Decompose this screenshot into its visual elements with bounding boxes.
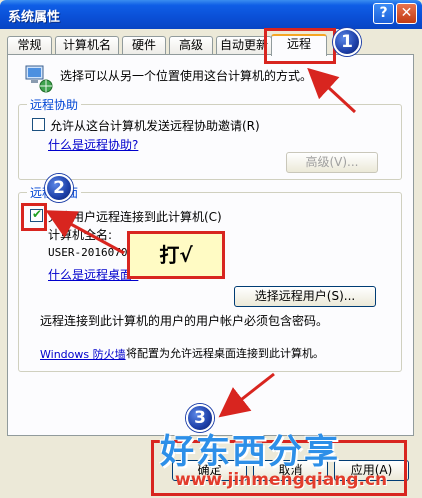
advanced-button[interactable]: 高级(V)...: [286, 152, 378, 173]
tab-hardware[interactable]: 硬件: [122, 36, 166, 55]
remote-assistance-checkbox[interactable]: [32, 118, 45, 131]
window-title: 系统属性: [8, 10, 61, 25]
remote-desktop-checkbox-label[interactable]: 允许用户远程连接到此计算机(C): [48, 208, 222, 225]
highlight-checkbox: [21, 203, 47, 231]
step-1-badge: 1: [333, 28, 361, 56]
remote-desktop-help-link[interactable]: 什么是远程桌面?: [48, 266, 138, 283]
computer-network-icon: [25, 65, 53, 93]
remote-assistance-help-link[interactable]: 什么是远程协助?: [48, 136, 138, 153]
step-2-badge: 2: [45, 174, 73, 202]
title-bar: 系统属性 ? ✕: [0, 0, 422, 29]
tab-remote[interactable]: 远程: [271, 34, 327, 56]
remote-assistance-group-label: 远程协助: [27, 96, 82, 113]
tab-general[interactable]: 常规: [7, 36, 52, 55]
firewall-link[interactable]: Windows 防火墙: [40, 346, 126, 362]
watermark-title: 好东西分享: [160, 432, 340, 472]
password-note: 远程连接到此计算机的用户的用户帐户必须包含密码。: [40, 314, 329, 328]
watermark-url: www.jinmengqiang.cn: [175, 470, 388, 490]
remote-assistance-checkbox-label[interactable]: 允许从这台计算机发送远程协助邀请(R): [50, 117, 260, 134]
firewall-text: 将配置为允许远程桌面连接到此计算机。: [126, 347, 324, 360]
intro-text: 选择可以从另一个位置使用这台计算机的方式。: [60, 69, 313, 83]
help-icon[interactable]: ?: [373, 3, 394, 24]
tab-advanced[interactable]: 高级: [169, 36, 213, 55]
check-callout: 打√: [127, 231, 225, 279]
tab-computer-name[interactable]: 计算机名: [55, 36, 119, 55]
select-remote-users-button[interactable]: 选择远程用户(S)...: [234, 286, 376, 307]
computer-name-label: 计算机全名:: [48, 228, 113, 242]
close-icon[interactable]: ✕: [396, 3, 417, 24]
